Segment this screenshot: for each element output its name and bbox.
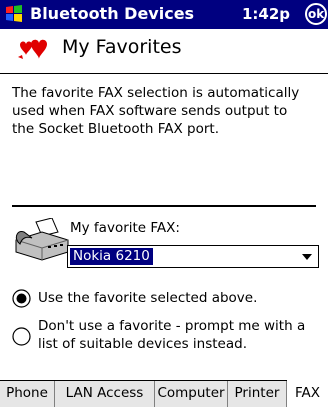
tab-computer[interactable]: Computer (155, 381, 228, 407)
ok-button[interactable]: ok (305, 3, 327, 25)
use-favorite-label[interactable]: Use the favorite selected above. (38, 289, 257, 307)
description: The favorite FAX selection is automatica… (12, 84, 322, 138)
fax-machine-icon (15, 218, 69, 261)
dont-use-favorite-radio[interactable] (12, 327, 31, 346)
dont-use-favorite-label[interactable]: Don't use a favorite - prompt me with a … (38, 317, 305, 353)
dont-use-favorite-line: list of suitable devices instead. (38, 336, 247, 352)
tab-lan-access[interactable]: LAN Access (55, 381, 155, 407)
hearts-icon (18, 39, 47, 59)
page-title: My Favorites (62, 36, 182, 58)
header-divider (0, 73, 328, 74)
window-title: Bluetooth Devices (30, 4, 195, 23)
dont-use-favorite-line: Don't use a favorite - prompt me with a (38, 318, 306, 334)
description-line: used when FAX software sends output to (12, 103, 288, 119)
title-bar: Bluetooth Devices 1:42p ok (0, 0, 328, 29)
favorite-fax-dropdown[interactable]: Nokia 6210 (67, 245, 319, 268)
favorite-fax-selected-value: Nokia 6210 (70, 248, 153, 265)
clock[interactable]: 1:42p (242, 5, 290, 23)
tab-phone[interactable]: Phone (0, 381, 55, 407)
chevron-down-icon[interactable] (298, 248, 316, 265)
section-divider (12, 205, 316, 207)
windows-start-icon[interactable] (3, 3, 25, 25)
tab-printer[interactable]: Printer (228, 381, 287, 407)
favorite-fax-label: My favorite FAX: (70, 220, 180, 236)
description-line: the Socket Bluetooth FAX port. (12, 121, 220, 137)
tab-fax[interactable]: FAX (287, 380, 328, 407)
description-line: The favorite FAX selection is automatica… (12, 85, 300, 101)
tab-bar: Phone LAN Access Computer Printer FAX (0, 380, 328, 407)
use-favorite-radio[interactable] (12, 289, 31, 308)
